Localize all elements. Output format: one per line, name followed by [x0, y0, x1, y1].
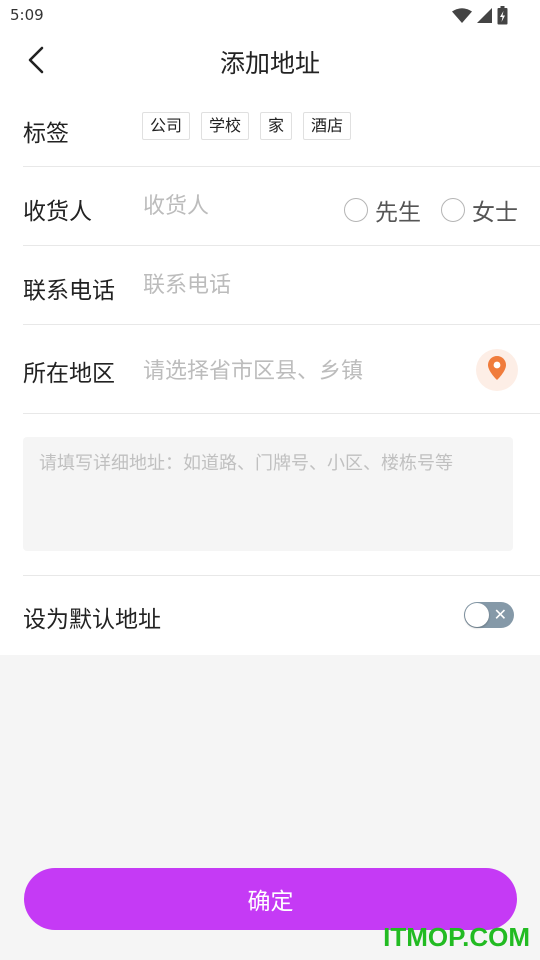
- default-address-row: 设为默认地址 ✕: [23, 575, 540, 655]
- battery-icon: [497, 6, 508, 29]
- region-selector[interactable]: 请选择省市区县、乡镇: [143, 353, 363, 385]
- phone-label: 联系电话: [23, 278, 115, 304]
- status-icons: [452, 6, 508, 29]
- locate-button[interactable]: [476, 349, 518, 391]
- recipient-row: 收货人 先生 女士: [23, 167, 540, 246]
- cell-signal-icon: [476, 7, 493, 28]
- watermark-logo: ITMOP.COM: [383, 922, 530, 952]
- toggle-knob: [465, 603, 489, 627]
- gender-label-mr: 先生: [375, 200, 421, 226]
- tag-company[interactable]: 公司: [142, 112, 191, 140]
- status-time: 5:09: [10, 6, 44, 24]
- recipient-label: 收货人: [23, 199, 92, 225]
- tag-home[interactable]: 家: [260, 112, 293, 140]
- gender-option-ms[interactable]: 女士: [441, 193, 518, 227]
- page-title: 添加地址: [219, 49, 320, 78]
- detail-address-input[interactable]: [23, 437, 513, 551]
- header: 添加地址: [0, 32, 540, 92]
- tag-hotel[interactable]: 酒店: [303, 112, 352, 140]
- tags-row: 标签 公司 学校 家 酒店: [23, 92, 540, 167]
- gender-label-ms: 女士: [472, 200, 518, 226]
- phone-input[interactable]: [143, 270, 483, 300]
- default-address-label: 设为默认地址: [23, 607, 161, 633]
- region-label: 所在地区: [23, 361, 115, 387]
- radio-unchecked-icon: [441, 198, 465, 222]
- add-address-screen: 5:09 添加地址 标签 公司 学校 家 酒店 收货人 收货人 先生 女士 联系…: [0, 0, 540, 960]
- confirm-button[interactable]: 确定: [24, 868, 517, 930]
- wifi-icon: [452, 7, 472, 28]
- tags-label: 标签: [23, 121, 69, 147]
- tag-list: 公司 学校 家 酒店: [142, 112, 352, 140]
- default-address-toggle[interactable]: ✕: [464, 602, 514, 628]
- phone-row: 联系电话: [23, 246, 540, 325]
- recipient-input[interactable]: [143, 191, 323, 221]
- status-bar: 5:09: [0, 0, 540, 32]
- gender-option-mr[interactable]: 先生: [344, 193, 421, 227]
- tag-school[interactable]: 学校: [201, 112, 250, 140]
- close-icon: ✕: [493, 605, 507, 624]
- gender-options: 先生 女士: [344, 193, 518, 227]
- radio-unchecked-icon: [344, 198, 368, 222]
- region-row: 所在地区 请选择省市区县、乡镇: [23, 325, 540, 414]
- location-pin-icon: [488, 356, 506, 384]
